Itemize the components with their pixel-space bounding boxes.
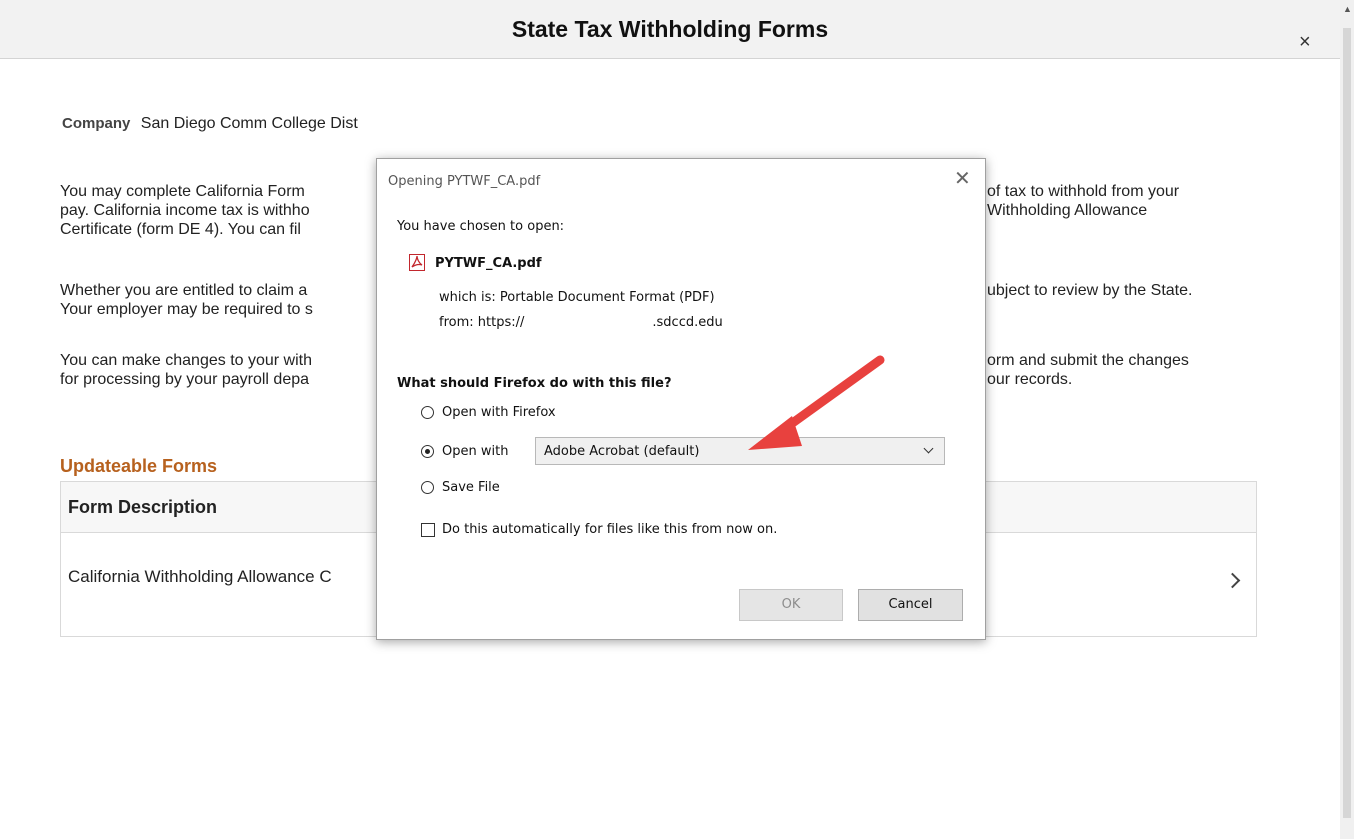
pdf-icon [409, 254, 425, 271]
annotation-arrow-icon [748, 355, 885, 450]
para1-line1-right: of tax to withhold from your [987, 183, 1180, 200]
ok-button[interactable]: OK [739, 589, 843, 621]
para3-line2-left: for processing by your payroll depa [60, 371, 310, 388]
para3-line1-left: You can make changes to your with [60, 352, 313, 369]
modal-header: State Tax Withholding Forms × [0, 0, 1340, 59]
which-is-value: Portable Document Format (PDF) [499, 290, 715, 305]
para2-line1-right: ubject to review by the State. [987, 282, 1193, 299]
column-header: Form Description [68, 497, 218, 517]
open-with-app-label[interactable]: Open with [442, 444, 508, 459]
selected-application: Adobe Acrobat (default) [544, 444, 700, 459]
file-name: PYTWF_CA.pdf [435, 256, 542, 271]
dialog-title: Opening PYTWF_CA.pdf [388, 174, 541, 189]
cancel-button[interactable]: Cancel [858, 589, 963, 621]
save-file-radio[interactable] [421, 481, 434, 494]
from-label: from: [439, 315, 474, 330]
para1-line2-right: Withholding Allowance [987, 202, 1148, 219]
para1-line2-left: pay. California income tax is withho [60, 202, 310, 219]
page-title: State Tax Withholding Forms [511, 16, 829, 42]
open-with-app-radio[interactable] [421, 445, 434, 458]
chosen-label: You have chosen to open: [397, 219, 565, 234]
from-suffix: .sdccd.edu [652, 315, 723, 330]
para2-line2-left: Your employer may be required to s [60, 301, 313, 318]
company-value: San Diego Comm College Dist [140, 115, 358, 132]
auto-action-checkbox[interactable] [421, 523, 435, 537]
para1-line1-left: You may complete California Form [60, 183, 305, 200]
file-type-row: which is: Portable Document Format (PDF) [439, 290, 715, 305]
para3-line2-right: our records. [987, 371, 1073, 388]
from-prefix: https:// [477, 315, 525, 330]
chevron-down-icon [923, 443, 934, 454]
para2-line1-left: Whether you are entitled to claim a [60, 282, 308, 299]
close-icon[interactable]: × [1299, 32, 1311, 52]
company-label: Company [62, 115, 131, 132]
save-file-label[interactable]: Save File [442, 480, 500, 495]
redacted-host [524, 316, 653, 329]
file-open-dialog: Opening PYTWF_CA.pdf ✕ You have chosen t… [376, 158, 986, 640]
open-with-firefox-radio[interactable] [421, 406, 434, 419]
row-label: California Withholding Allowance C [68, 567, 332, 586]
para1-line3-left: Certificate (form DE 4). You can fil [60, 221, 301, 238]
para3-line1-right: orm and submit the changes [987, 352, 1189, 369]
section-title: Updateable Forms [60, 456, 218, 476]
auto-action-label[interactable]: Do this automatically for files like thi… [442, 522, 777, 537]
vertical-scrollbar[interactable]: ▲ [1340, 0, 1354, 839]
dialog-close-icon[interactable]: ✕ [954, 168, 971, 188]
which-is-label: which is: [439, 290, 496, 305]
chevron-right-icon[interactable] [1224, 572, 1241, 589]
file-source-row: from: https:// .sdccd.edu [439, 315, 723, 330]
open-with-firefox-label[interactable]: Open with Firefox [442, 405, 556, 420]
action-question: What should Firefox do with this file? [397, 376, 672, 391]
scroll-up-icon[interactable]: ▲ [1343, 4, 1352, 14]
company-row: Company San Diego Comm College Dist [62, 115, 358, 133]
scroll-thumb[interactable] [1343, 28, 1351, 818]
